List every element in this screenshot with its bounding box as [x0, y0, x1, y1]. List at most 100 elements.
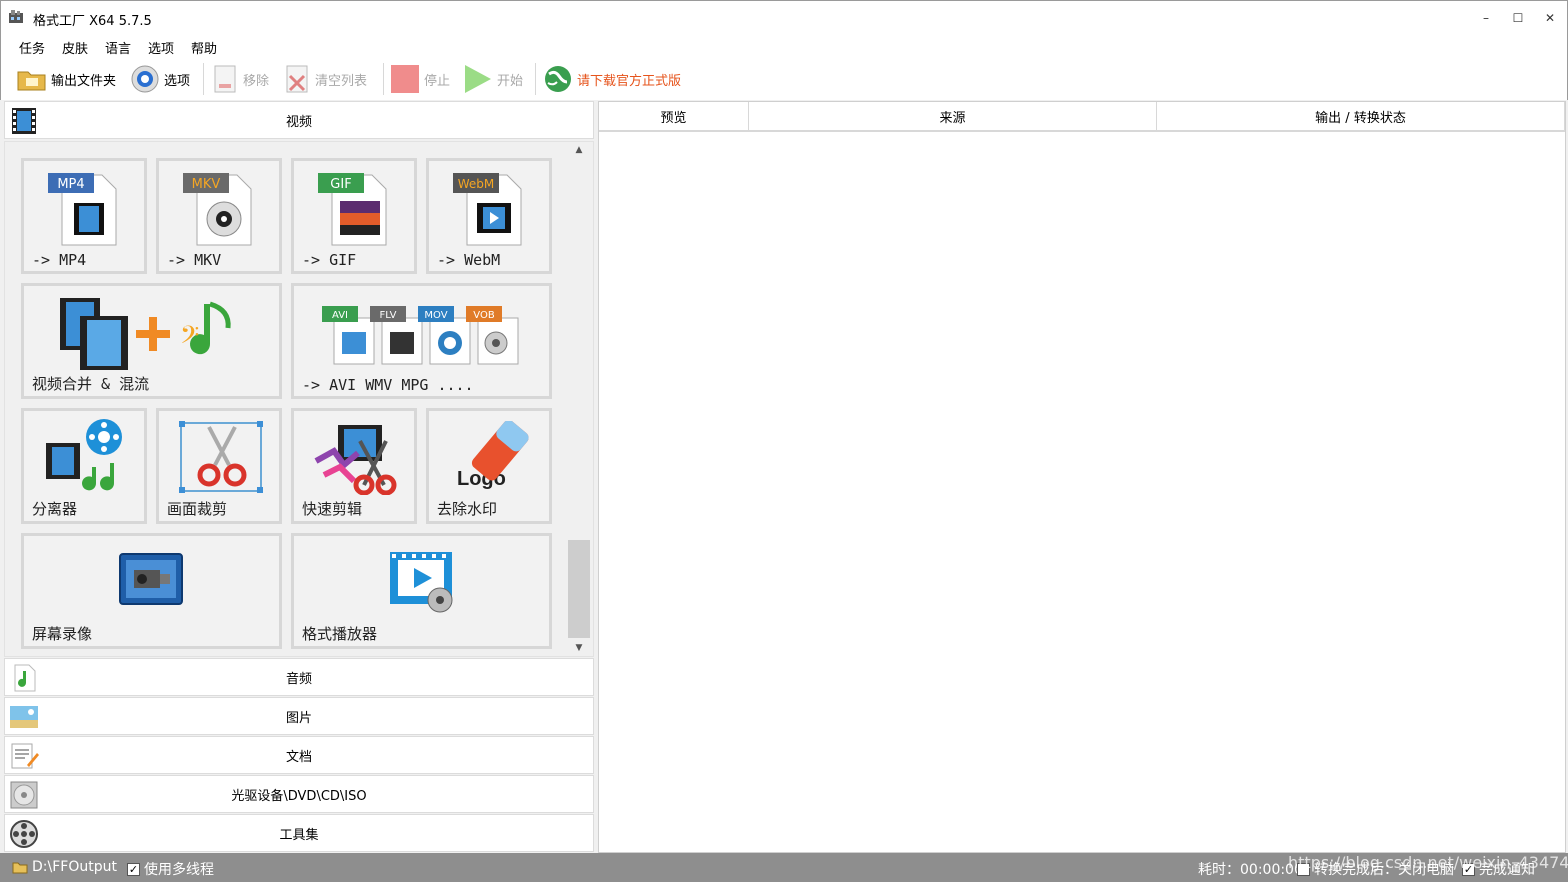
scroll-down-arrow-icon[interactable]: ▼ [567, 640, 591, 656]
category-video[interactable]: 视频 [4, 101, 594, 139]
remove-button[interactable]: 移除 [213, 64, 269, 94]
column-preview[interactable]: 预览 [599, 102, 749, 132]
svg-text:MKV: MKV [192, 177, 221, 192]
mkv-file-icon: MKV [183, 173, 252, 246]
category-disc-label: 光驱设备\DVD\CD\ISO [231, 788, 367, 804]
tile-video-merge[interactable]: 𝄢 视频合并 & 混流 [21, 283, 282, 399]
quick-cut-icon [314, 425, 397, 495]
clear-list-label: 清空列表 [315, 73, 368, 89]
options-label: 选项 [164, 73, 191, 89]
column-preview-label: 预览 [660, 110, 687, 126]
tile-player-label: 格式播放器 [302, 625, 378, 643]
menu-skin[interactable]: 皮肤 [62, 38, 88, 57]
tile-screen-record-label: 屏幕录像 [32, 625, 93, 643]
menu-options[interactable]: 选项 [148, 38, 174, 57]
toolbar-divider [535, 63, 536, 95]
tile-screen-record[interactable]: 屏幕录像 [21, 533, 282, 649]
disc-drive-icon [10, 781, 38, 809]
menu-help[interactable]: 帮助 [191, 38, 217, 57]
crop-icon [179, 421, 263, 493]
player-icon [390, 552, 453, 613]
tile-crop[interactable]: 画面裁剪 [156, 408, 282, 524]
play-icon [465, 65, 491, 93]
title-bar: 格式工厂 X64 5.7.5 – ☐ ✕ [0, 0, 1568, 34]
category-image[interactable]: 图片 [4, 697, 594, 735]
tile-to-mkv-label: -> MKV [167, 251, 222, 269]
close-icon: ✕ [1544, 10, 1556, 25]
svg-text:𝄢: 𝄢 [180, 321, 199, 356]
stop-icon [391, 65, 419, 93]
tile-crop-label: 画面裁剪 [167, 500, 228, 518]
category-disc[interactable]: 光驱设备\DVD\CD\ISO [4, 775, 594, 813]
options-button[interactable]: 选项 [130, 64, 190, 94]
tile-to-webm-label: -> WebM [437, 251, 501, 269]
format-badges-icon: AVI FLV MOV VOB [322, 306, 519, 365]
multithread-checkbox[interactable]: ✓ [127, 862, 140, 876]
toolbar-divider [203, 63, 204, 95]
svg-text:GIF: GIF [330, 177, 351, 192]
tile-to-gif[interactable]: GIF -> GIF [291, 158, 417, 274]
tile-to-mkv[interactable]: MKV -> MKV [156, 158, 282, 274]
start-label: 开始 [497, 73, 524, 89]
stop-button[interactable]: 停止 [390, 64, 450, 94]
clear-list-icon [286, 65, 308, 93]
column-output-status[interactable]: 输出 / 转换状态 [1157, 102, 1565, 132]
output-folder-button[interactable]: 输出文件夹 [17, 64, 116, 94]
app-icon [9, 10, 23, 23]
svg-text:WebM: WebM [458, 177, 495, 191]
tile-to-webm[interactable]: WebM -> WebM [426, 158, 552, 274]
tile-splitter[interactable]: 分离器 [21, 408, 147, 524]
svg-text:MP4: MP4 [57, 177, 84, 192]
tile-to-other-formats-label: -> AVI WMV MPG .... [302, 376, 474, 394]
screen-record-icon [119, 553, 183, 605]
remove-label: 移除 [243, 73, 270, 89]
multithread-option[interactable]: ✓ 使用多线程 [127, 859, 214, 879]
close-button[interactable]: ✕ [1527, 1, 1568, 34]
category-document-label: 文档 [285, 749, 312, 765]
category-document[interactable]: 文档 [4, 736, 594, 774]
category-audio[interactable]: 音频 [4, 658, 594, 696]
document-icon [11, 743, 39, 769]
category-image-label: 图片 [285, 710, 312, 726]
download-official-link[interactable]: 请下载官方正式版 [543, 64, 681, 94]
menu-task[interactable]: 任务 [19, 38, 45, 57]
menu-language[interactable]: 语言 [105, 38, 131, 57]
folder-icon [17, 71, 46, 91]
output-folder-label: 输出文件夹 [51, 73, 117, 89]
task-list[interactable]: 预览 来源 输出 / 转换状态 [598, 101, 1566, 853]
svg-text:FLV: FLV [379, 310, 396, 321]
toolbar-divider [383, 63, 384, 95]
tile-to-mp4[interactable]: MP4 -> MP4 [21, 158, 147, 274]
stop-label: 停止 [424, 73, 451, 89]
gif-file-icon: GIF [318, 173, 387, 246]
mp4-file-icon: MP4 [48, 173, 117, 246]
window-title: 格式工厂 X64 5.7.5 [33, 14, 152, 29]
tile-quick-cut-label: 快速剪辑 [302, 500, 363, 518]
watermark-text: https://blog.csdn.net/weixin_43474701 [1288, 853, 1568, 872]
svg-text:VOB: VOB [473, 310, 495, 321]
toolbar: 输出文件夹 选项 移除 清空列表 停止 开始 请下载官方正式版 [0, 58, 1568, 100]
tile-player[interactable]: 格式播放器 [291, 533, 552, 649]
column-source[interactable]: 来源 [749, 102, 1157, 132]
start-button[interactable]: 开始 [463, 64, 523, 94]
tile-to-other-formats[interactable]: AVI FLV MOV VOB -> AVI WMV MPG .... [291, 283, 552, 399]
maximize-icon: ☐ [1512, 10, 1524, 25]
scroll-thumb[interactable] [568, 540, 590, 638]
film-icon [12, 108, 36, 134]
scroll-up-arrow-icon[interactable]: ▲ [567, 142, 591, 158]
tile-quick-cut[interactable]: 快速剪辑 [291, 408, 417, 524]
column-source-label: 来源 [939, 110, 966, 126]
svg-text:AVI: AVI [332, 310, 348, 321]
folder-icon [12, 862, 28, 874]
tile-to-gif-label: -> GIF [302, 251, 357, 269]
clear-list-button[interactable]: 清空列表 [285, 64, 367, 94]
tile-remove-logo[interactable]: Logo 去除水印 [426, 408, 552, 524]
eraser-icon: Logo [457, 421, 529, 490]
image-icon [10, 706, 38, 728]
output-path[interactable]: D:\FFOutput [12, 859, 117, 875]
menu-bar: 任务 皮肤 语言 选项 帮助 [0, 34, 1568, 58]
svg-text:MOV: MOV [424, 310, 447, 321]
download-official-label: 请下载官方正式版 [577, 73, 682, 89]
tiles-scrollbar[interactable]: ▲ ▼ [567, 142, 591, 656]
category-tools[interactable]: 工具集 [4, 814, 594, 852]
